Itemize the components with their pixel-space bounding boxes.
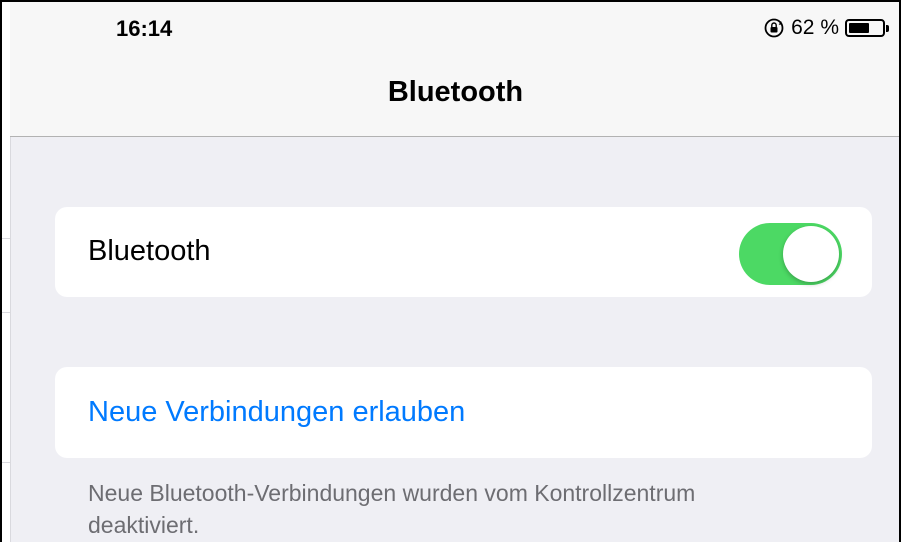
navigation-bar: Bluetooth: [10, 55, 901, 137]
footer-note-line1: Neue Bluetooth-Verbindungen wurden vom K…: [88, 480, 696, 506]
toggle-knob: [783, 226, 839, 282]
status-time: 16:14: [116, 16, 173, 41]
status-bar: 16:14 62 %: [10, 0, 901, 55]
page-title: Bluetooth: [387, 76, 524, 108]
bluetooth-label: Bluetooth: [88, 235, 211, 267]
allow-connections-row[interactable]: Neue Verbindungen erlauben: [55, 367, 872, 458]
battery-icon: [845, 19, 889, 37]
bluetooth-setting-row: Bluetooth: [55, 207, 872, 297]
footer-note: Neue Bluetooth-Verbindungen wurden vom K…: [88, 477, 848, 541]
bluetooth-toggle[interactable]: [739, 223, 842, 285]
orientation-lock-icon: [763, 17, 785, 39]
battery-percent: 62 %: [791, 16, 839, 39]
footer-note-line2: deaktiviert.: [88, 512, 200, 538]
allow-new-connections-link[interactable]: Neue Verbindungen erlauben: [88, 396, 465, 429]
status-indicators: 62 %: [763, 16, 889, 40]
